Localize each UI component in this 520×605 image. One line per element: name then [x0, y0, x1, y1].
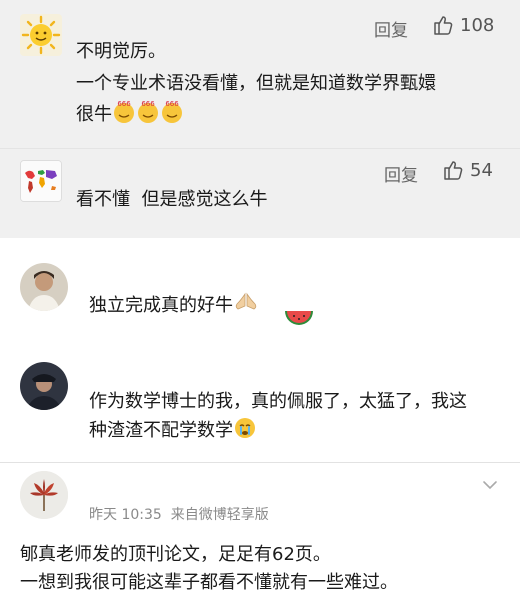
like-button[interactable]: 54 [442, 159, 493, 181]
comment-text: 独立完成真的好牛 [89, 295, 233, 316]
reply-text: 看不懂 但是感觉这么牛 [76, 189, 268, 210]
post-meta: 昨天 10:35 来自微博轻享版 [89, 507, 269, 523]
chevron-down-icon [483, 481, 497, 490]
like-button[interactable]: 108 [432, 14, 494, 36]
comment-text-with-emoji: 独立完成真的好牛 [89, 291, 259, 323]
svg-text:666: 666 [165, 100, 179, 108]
thumbs-up-icon [434, 16, 453, 35]
watermelon-emoji-icon [282, 303, 316, 335]
avatar[interactable] [20, 362, 68, 410]
pray-emoji-icon [233, 291, 259, 323]
crying-emoji-icon [233, 416, 257, 448]
reply-button[interactable]: 回复 [384, 161, 418, 186]
like-count: 54 [470, 159, 493, 181]
reply-text-with-emoji: 很牛 666 666 666 [76, 98, 184, 132]
user-photo-icon [20, 362, 68, 410]
divider [0, 462, 520, 463]
avatar[interactable] [20, 471, 68, 519]
comment-text: 种渣渣不配学数学 [89, 420, 233, 441]
expand-button[interactable] [482, 476, 498, 495]
sun-avatar-icon [21, 15, 61, 55]
thumbs-up-icon [444, 161, 463, 180]
svg-text:666: 666 [141, 100, 155, 108]
svg-text:666: 666 [117, 100, 131, 108]
666-emoji-icon: 666 666 666 [112, 98, 184, 132]
avatar[interactable] [20, 160, 62, 202]
comment-text: 作为数学博士的我，真的佩服了，太猛了，我这 [89, 391, 467, 412]
like-count: 108 [460, 14, 495, 36]
user-photo-icon [20, 263, 68, 311]
world-map-icon [21, 161, 61, 201]
reply-button[interactable]: 回复 [374, 16, 408, 41]
avatar[interactable] [20, 263, 68, 311]
flower-avatar-icon [20, 471, 68, 519]
reply-text: 一个专业术语没看懂，但就是知道数学界甄嬛 [76, 73, 436, 94]
comment-text-with-emoji: 种渣渣不配学数学 [89, 416, 257, 448]
avatar[interactable] [20, 14, 62, 56]
reply-text: 不明觉厉。 [76, 41, 166, 62]
post-text: 郇真老师发的顶刊论文，足足有62页。 [20, 544, 331, 565]
post-text: 一想到我很可能这辈子都看不懂就有一些难过。 [20, 572, 398, 593]
reply-text: 很牛 [76, 104, 112, 125]
divider [0, 148, 520, 149]
